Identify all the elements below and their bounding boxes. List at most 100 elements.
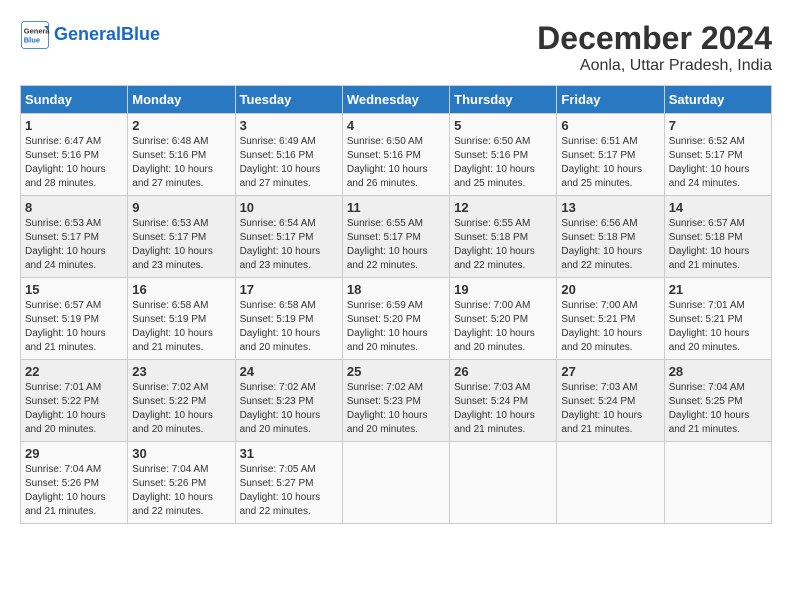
column-header-monday: Monday	[128, 86, 235, 114]
logo-text: GeneralBlue	[54, 25, 160, 45]
day-number: 27	[561, 364, 659, 379]
page-header: General Blue GeneralBlue December 2024 A…	[20, 20, 772, 75]
calendar-cell: 28 Sunrise: 7:04 AM Sunset: 5:25 PM Dayli…	[664, 360, 771, 442]
day-number: 10	[240, 200, 338, 215]
calendar-title-area: December 2024 Aonla, Uttar Pradesh, Indi…	[537, 20, 772, 75]
day-info: Sunrise: 7:04 AM Sunset: 5:25 PM Dayligh…	[669, 381, 767, 437]
day-number: 14	[669, 200, 767, 215]
calendar-cell: 25Sunrise: 7:02 AM Sunset: 5:23 PM Dayli…	[342, 360, 449, 442]
calendar-cell	[450, 442, 557, 524]
calendar-cell: 6Sunrise: 6:51 AM Sunset: 5:17 PM Daylig…	[557, 114, 664, 196]
calendar-cell: 26 Sunrise: 7:03 AM Sunset: 5:24 PM Dayli…	[450, 360, 557, 442]
day-number: 3	[240, 118, 338, 133]
day-info: Sunrise: 7:01 AM Sunset: 5:22 PM Dayligh…	[25, 381, 123, 437]
day-info: Sunrise: 6:53 AM Sunset: 5:17 PM Dayligh…	[25, 217, 123, 273]
day-number: 28	[669, 364, 767, 379]
calendar-cell: 12 Sunrise: 6:55 AM Sunset: 5:18 PM Dayli…	[450, 196, 557, 278]
day-info: Sunrise: 6:56 AM Sunset: 5:18 PM Dayligh…	[561, 217, 659, 273]
day-info: Sunrise: 7:02 AM Sunset: 5:22 PM Dayligh…	[132, 381, 230, 437]
calendar-cell: 9Sunrise: 6:53 AM Sunset: 5:17 PM Daylig…	[128, 196, 235, 278]
day-info: Sunrise: 7:04 AM Sunset: 5:26 PM Dayligh…	[25, 463, 123, 519]
calendar-cell: 22 Sunrise: 7:01 AM Sunset: 5:22 PM Dayli…	[21, 360, 128, 442]
day-info: Sunrise: 7:03 AM Sunset: 5:24 PM Dayligh…	[561, 381, 659, 437]
day-info: Sunrise: 6:59 AM Sunset: 5:20 PM Dayligh…	[347, 299, 445, 355]
day-number: 30	[132, 446, 230, 461]
day-info: Sunrise: 6:50 AM Sunset: 5:16 PM Dayligh…	[347, 135, 445, 191]
day-info: Sunrise: 6:58 AM Sunset: 5:19 PM Dayligh…	[240, 299, 338, 355]
calendar-cell: 24 Sunrise: 7:02 AM Sunset: 5:23 PM Dayli…	[235, 360, 342, 442]
calendar-cell: 2 Sunrise: 6:48 AM Sunset: 5:16 PM Daylig…	[128, 114, 235, 196]
calendar-cell: 19 Sunrise: 7:00 AM Sunset: 5:20 PM Dayli…	[450, 278, 557, 360]
calendar-table: SundayMondayTuesdayWednesdayThursdayFrid…	[20, 85, 772, 524]
day-number: 19	[454, 282, 552, 297]
day-number: 5	[454, 118, 552, 133]
logo: General Blue GeneralBlue	[20, 20, 160, 50]
day-info: Sunrise: 6:55 AM Sunset: 5:17 PM Dayligh…	[347, 217, 445, 273]
calendar-cell: 10 Sunrise: 6:54 AM Sunset: 5:17 PM Dayli…	[235, 196, 342, 278]
day-number: 17	[240, 282, 338, 297]
calendar-cell: 8 Sunrise: 6:53 AM Sunset: 5:17 PM Daylig…	[21, 196, 128, 278]
calendar-cell: 5 Sunrise: 6:50 AM Sunset: 5:16 PM Daylig…	[450, 114, 557, 196]
calendar-cell: 1Sunrise: 6:47 AM Sunset: 5:16 PM Daylig…	[21, 114, 128, 196]
day-info: Sunrise: 7:03 AM Sunset: 5:24 PM Dayligh…	[454, 381, 552, 437]
column-header-sunday: Sunday	[21, 86, 128, 114]
calendar-cell: 3 Sunrise: 6:49 AM Sunset: 5:16 PM Daylig…	[235, 114, 342, 196]
calendar-cell: 27 Sunrise: 7:03 AM Sunset: 5:24 PM Dayli…	[557, 360, 664, 442]
calendar-cell: 17 Sunrise: 6:58 AM Sunset: 5:19 PM Dayli…	[235, 278, 342, 360]
calendar-week-4: 22 Sunrise: 7:01 AM Sunset: 5:22 PM Dayli…	[21, 360, 772, 442]
day-number: 21	[669, 282, 767, 297]
calendar-cell: 14 Sunrise: 6:57 AM Sunset: 5:18 PM Dayli…	[664, 196, 771, 278]
calendar-cell	[557, 442, 664, 524]
calendar-cell: 4 Sunrise: 6:50 AM Sunset: 5:16 PM Daylig…	[342, 114, 449, 196]
day-info: Sunrise: 7:02 AM Sunset: 5:23 PM Dayligh…	[240, 381, 338, 437]
logo-icon: General Blue	[20, 20, 50, 50]
column-header-tuesday: Tuesday	[235, 86, 342, 114]
day-number: 13	[561, 200, 659, 215]
calendar-cell: 30 Sunrise: 7:04 AM Sunset: 5:26 PM Dayli…	[128, 442, 235, 524]
day-number: 29	[25, 446, 123, 461]
day-number: 18	[347, 282, 445, 297]
calendar-cell: 16 Sunrise: 6:58 AM Sunset: 5:19 PM Dayli…	[128, 278, 235, 360]
day-number: 2	[132, 118, 230, 133]
day-number: 16	[132, 282, 230, 297]
day-number: 8	[25, 200, 123, 215]
day-info: Sunrise: 6:48 AM Sunset: 5:16 PM Dayligh…	[132, 135, 230, 191]
day-info: Sunrise: 7:04 AM Sunset: 5:26 PM Dayligh…	[132, 463, 230, 519]
calendar-week-2: 8 Sunrise: 6:53 AM Sunset: 5:17 PM Daylig…	[21, 196, 772, 278]
day-number: 26	[454, 364, 552, 379]
day-info: Sunrise: 6:51 AM Sunset: 5:17 PM Dayligh…	[561, 135, 659, 191]
logo-general: General	[54, 24, 121, 44]
day-number: 25	[347, 364, 445, 379]
day-info: Sunrise: 7:05 AM Sunset: 5:27 PM Dayligh…	[240, 463, 338, 519]
day-info: Sunrise: 6:57 AM Sunset: 5:19 PM Dayligh…	[25, 299, 123, 355]
column-header-saturday: Saturday	[664, 86, 771, 114]
day-info: Sunrise: 6:55 AM Sunset: 5:18 PM Dayligh…	[454, 217, 552, 273]
day-number: 24	[240, 364, 338, 379]
column-header-wednesday: Wednesday	[342, 86, 449, 114]
day-number: 12	[454, 200, 552, 215]
day-number: 9	[132, 200, 230, 215]
day-info: Sunrise: 6:57 AM Sunset: 5:18 PM Dayligh…	[669, 217, 767, 273]
day-info: Sunrise: 7:00 AM Sunset: 5:20 PM Dayligh…	[454, 299, 552, 355]
calendar-week-1: 1Sunrise: 6:47 AM Sunset: 5:16 PM Daylig…	[21, 114, 772, 196]
day-number: 15	[25, 282, 123, 297]
calendar-cell: 29 Sunrise: 7:04 AM Sunset: 5:26 PM Dayli…	[21, 442, 128, 524]
day-number: 23	[132, 364, 230, 379]
calendar-cell: 7 Sunrise: 6:52 AM Sunset: 5:17 PM Daylig…	[664, 114, 771, 196]
day-info: Sunrise: 6:54 AM Sunset: 5:17 PM Dayligh…	[240, 217, 338, 273]
day-number: 1	[25, 118, 123, 133]
day-number: 31	[240, 446, 338, 461]
calendar-header-row: SundayMondayTuesdayWednesdayThursdayFrid…	[21, 86, 772, 114]
calendar-location: Aonla, Uttar Pradesh, India	[537, 57, 772, 75]
day-info: Sunrise: 6:52 AM Sunset: 5:17 PM Dayligh…	[669, 135, 767, 191]
day-info: Sunrise: 6:49 AM Sunset: 5:16 PM Dayligh…	[240, 135, 338, 191]
calendar-cell: 31 Sunrise: 7:05 AM Sunset: 5:27 PM Dayli…	[235, 442, 342, 524]
calendar-month-year: December 2024	[537, 20, 772, 57]
calendar-body: 1Sunrise: 6:47 AM Sunset: 5:16 PM Daylig…	[21, 114, 772, 524]
day-number: 7	[669, 118, 767, 133]
day-number: 22	[25, 364, 123, 379]
day-info: Sunrise: 6:58 AM Sunset: 5:19 PM Dayligh…	[132, 299, 230, 355]
calendar-cell: 13 Sunrise: 6:56 AM Sunset: 5:18 PM Dayli…	[557, 196, 664, 278]
day-info: Sunrise: 6:50 AM Sunset: 5:16 PM Dayligh…	[454, 135, 552, 191]
day-number: 4	[347, 118, 445, 133]
